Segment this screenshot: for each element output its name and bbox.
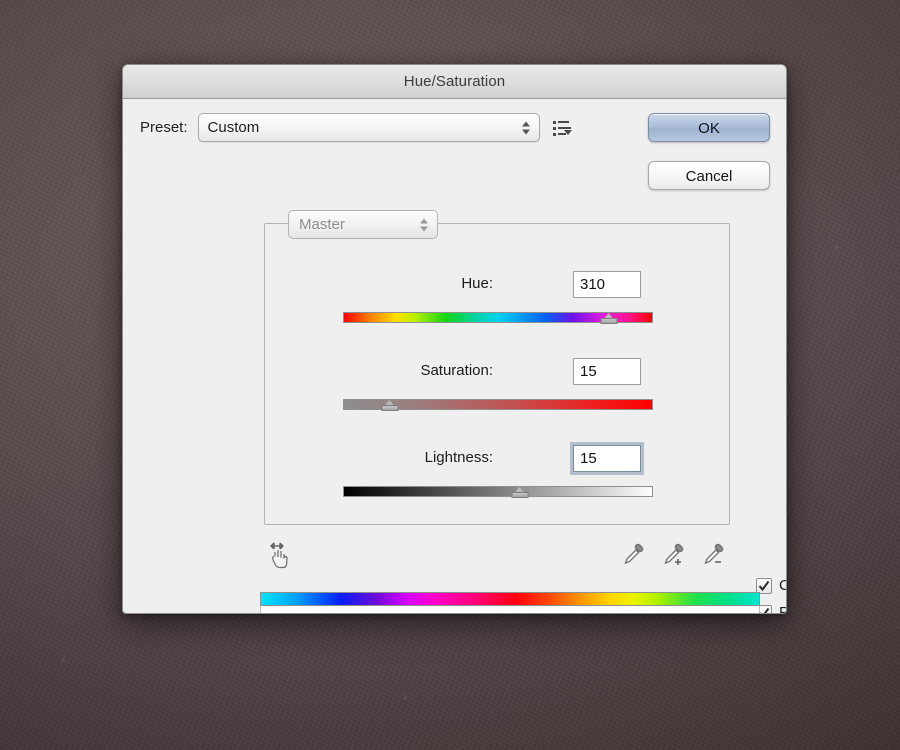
preset-value: Custom	[207, 119, 260, 136]
lightness-slider-thumb[interactable]	[511, 487, 529, 498]
channel-value: Master	[299, 216, 345, 233]
cancel-button[interactable]: Cancel	[648, 161, 770, 190]
options-checkboxes: Colorize Preview	[756, 577, 786, 613]
lightness-value-field[interactable]: 15	[570, 442, 644, 475]
color-bar-divider	[260, 606, 760, 613]
color-bars	[260, 592, 760, 613]
lightness-slider-track[interactable]	[343, 486, 653, 498]
stepper-arrows-icon[interactable]	[521, 121, 530, 134]
saturation-slider-thumb[interactable]	[381, 400, 399, 411]
preview-label: Preview	[779, 604, 786, 613]
ok-button[interactable]: OK	[648, 113, 770, 142]
saturation-label: Saturation:	[420, 362, 493, 379]
preset-dropdown[interactable]: Custom	[197, 113, 540, 142]
adjustment-group: Master Hue: 310 Saturation: 15 Lightness…	[264, 210, 730, 525]
preset-label: Preset:	[140, 119, 188, 136]
channel-dropdown[interactable]: Master	[288, 210, 438, 239]
lightness-slider-row: Lightness: 15	[265, 442, 729, 498]
colorize-checkbox-row[interactable]: Colorize	[756, 577, 786, 594]
saturation-slider-track[interactable]	[343, 399, 653, 411]
desktop-background: Hue/Saturation Preset: Custom OK Cancel …	[0, 0, 900, 750]
eyedropper-add-icon[interactable]	[661, 543, 687, 569]
hue-slider-row: Hue: 310	[265, 271, 729, 324]
preset-options-menu-icon[interactable]	[552, 118, 573, 138]
hue-label: Hue:	[461, 275, 493, 292]
dialog-title: Hue/Saturation	[403, 73, 506, 90]
eyedropper-tools	[621, 543, 727, 569]
lightness-label: Lightness:	[424, 449, 493, 466]
hue-saturation-dialog: Hue/Saturation Preset: Custom OK Cancel …	[122, 64, 787, 614]
colorize-label: Colorize	[779, 577, 786, 594]
input-spectrum-bar[interactable]	[260, 592, 760, 606]
saturation-value-field[interactable]: 15	[573, 358, 641, 385]
eyedropper-subtract-icon[interactable]	[701, 543, 727, 569]
hue-value-field[interactable]: 310	[573, 271, 641, 298]
hue-slider-track[interactable]	[343, 312, 653, 324]
dialog-body: Preset: Custom OK Cancel Master Hue: 310…	[123, 99, 786, 613]
on-image-adjustment-hand-icon[interactable]	[264, 539, 294, 569]
dialog-titlebar[interactable]: Hue/Saturation	[123, 65, 786, 99]
eyedropper-icon[interactable]	[621, 543, 647, 569]
saturation-slider-row: Saturation: 15	[265, 358, 729, 411]
channel-stepper-arrows-icon[interactable]	[420, 218, 428, 231]
preview-checkbox-row[interactable]: Preview	[756, 604, 786, 613]
hue-slider-thumb[interactable]	[600, 313, 618, 324]
dialog-buttons: OK Cancel	[648, 113, 770, 190]
